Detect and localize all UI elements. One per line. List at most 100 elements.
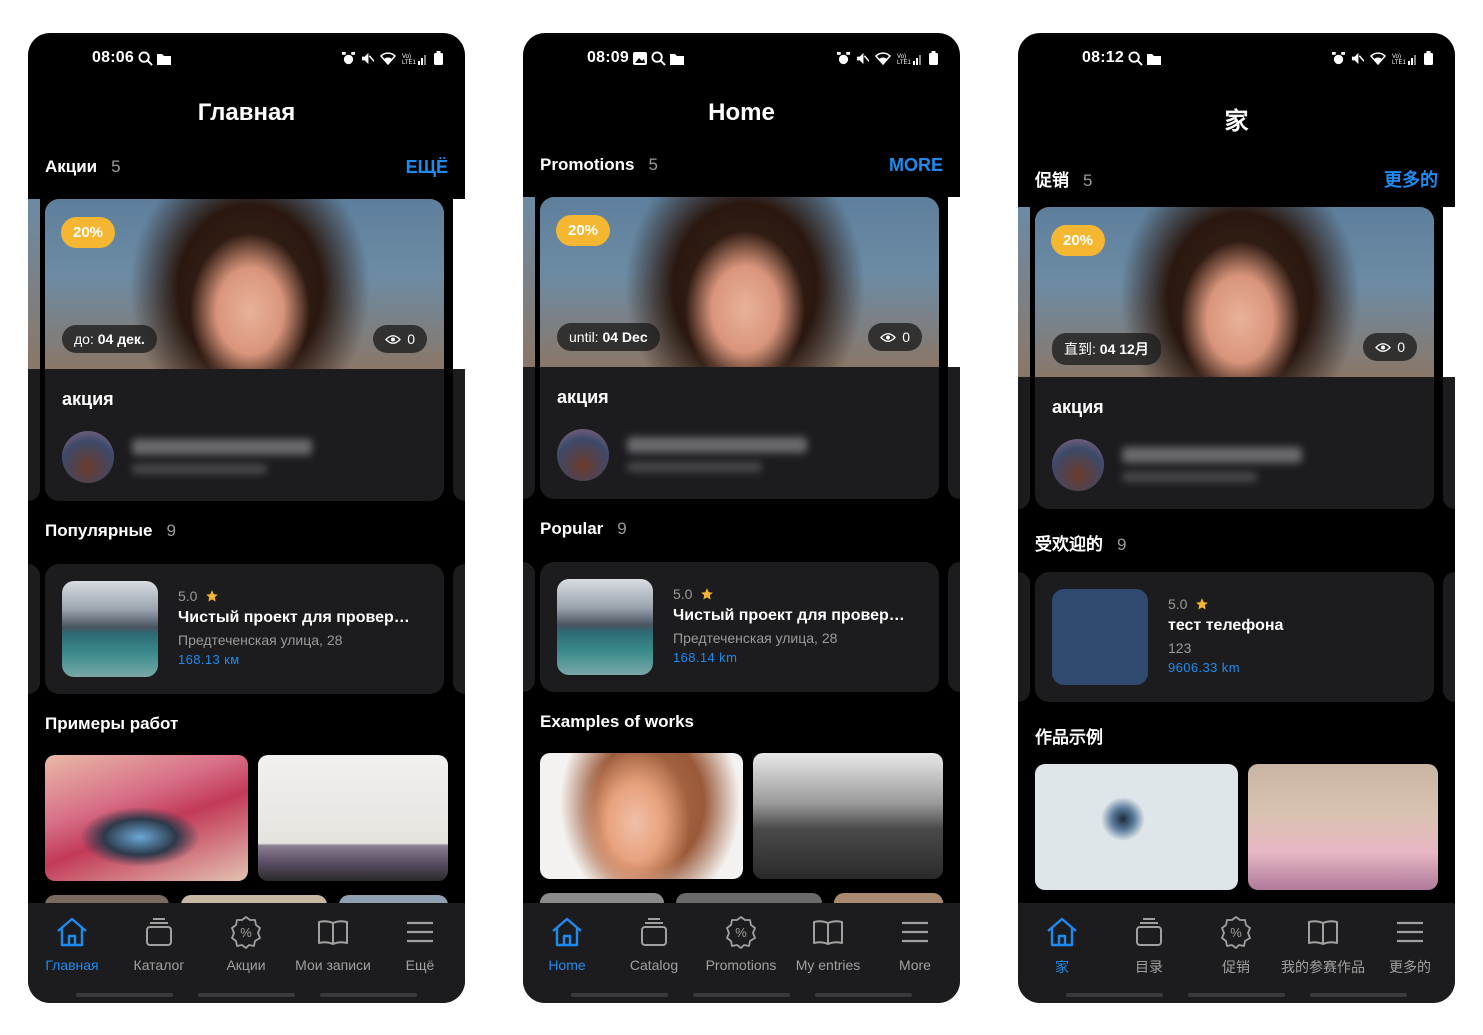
- company-avatar: [62, 431, 114, 483]
- work-photo-yoga[interactable]: [258, 755, 448, 881]
- menu-icon: [1397, 921, 1423, 943]
- phone-screen-russian: 08:06 Vo) LTE1 Главная Акции 5 ЕЩЁ 20% до:…: [28, 33, 465, 1003]
- popular-thumbnail: [557, 579, 653, 675]
- views-pill: 0: [373, 325, 427, 353]
- nav-promotions[interactable]: % Акции: [202, 913, 290, 973]
- work-photo-fitness[interactable]: [1248, 764, 1438, 890]
- popular-address: 123: [1168, 640, 1192, 656]
- system-nav-bar-right[interactable]: [1310, 993, 1407, 997]
- popular-name: Чистый проект для провер…: [178, 609, 410, 626]
- promo-card[interactable]: 20% until: 04 Dec 0 акция: [540, 197, 939, 499]
- nav-home[interactable]: 家: [1018, 913, 1106, 977]
- next-popular-peek[interactable]: [1443, 572, 1455, 702]
- popular-header: Популярные 9: [45, 521, 448, 545]
- popular-card[interactable]: 5.0 Чистый проект для провер… Предтеченс…: [540, 562, 939, 692]
- promotions-more-link[interactable]: ЕЩЁ: [406, 157, 448, 178]
- popular-card[interactable]: 5.0 тест телефона 123 9606.33 km: [1035, 572, 1434, 702]
- nav-my-entries[interactable]: My entries: [784, 913, 872, 973]
- popular-count: 9: [166, 521, 176, 540]
- nav-home[interactable]: Home: [523, 913, 611, 973]
- works-header: Examples of works: [540, 712, 943, 736]
- discount-icon: %: [1221, 916, 1251, 949]
- system-nav-bar-center[interactable]: [198, 993, 295, 997]
- popular-rating: 5.0: [673, 586, 714, 602]
- promo-card[interactable]: 20% до: 04 дек. 0 акция: [45, 199, 444, 501]
- views-count: 0: [407, 331, 415, 347]
- next-promo-peek[interactable]: [453, 199, 465, 501]
- nav-promotions[interactable]: % 促销: [1192, 913, 1280, 977]
- previous-promo-peek[interactable]: [523, 197, 535, 499]
- rating-value: 5.0: [1168, 596, 1188, 612]
- nav-catalog[interactable]: 目录: [1105, 913, 1193, 977]
- popular-distance: 9606.33 km: [1168, 660, 1240, 675]
- work-photo-portrait[interactable]: [540, 753, 743, 879]
- views-count: 0: [902, 329, 910, 345]
- promotions-title: 促销: [1035, 171, 1069, 190]
- promotions-more-link[interactable]: 更多的: [1384, 166, 1438, 192]
- date-prefix: до:: [74, 331, 94, 347]
- system-nav-bar-left[interactable]: [571, 993, 668, 997]
- system-nav-bar-center[interactable]: [693, 993, 790, 997]
- promo-name: акция: [1052, 397, 1104, 417]
- signal-icon: Vo)LTE1: [402, 54, 426, 65]
- system-nav-bar-right[interactable]: [815, 993, 912, 997]
- popular-title: 受欢迎的: [1035, 535, 1103, 554]
- status-time: 08:09: [587, 49, 629, 66]
- bottom-navigation: Home Catalog % Promotions My entries Mor…: [523, 903, 960, 1003]
- mute-icon: [361, 52, 374, 64]
- nav-catalog-label: 目录: [1135, 959, 1163, 975]
- image-icon: [633, 52, 647, 65]
- nav-catalog[interactable]: Catalog: [610, 913, 698, 973]
- popular-distance: 168.14 km: [673, 650, 738, 665]
- nav-my-entries[interactable]: Мои записи: [289, 913, 377, 973]
- bottom-navigation: 家 目录 % 促销 我的参赛作品 更多的: [1018, 903, 1455, 1003]
- system-nav-bar-left[interactable]: [1066, 993, 1163, 997]
- status-time: 08:06: [92, 49, 134, 66]
- promo-image: 20% до: 04 дек. 0: [45, 199, 444, 369]
- discount-badge: 20%: [61, 217, 116, 248]
- next-promo-peek[interactable]: [1443, 207, 1455, 509]
- nav-my-entries[interactable]: 我的参赛作品: [1279, 913, 1367, 977]
- promo-image: 20% until: 04 Dec 0: [540, 197, 939, 367]
- promo-card[interactable]: 20% 直到: 04 12月 0 акция: [1035, 207, 1434, 509]
- system-nav-bar-right[interactable]: [320, 993, 417, 997]
- work-photo-makeup[interactable]: [45, 755, 248, 881]
- catalog-icon: [1136, 918, 1162, 946]
- battery-icon: [434, 51, 443, 65]
- battery-icon: [929, 51, 938, 65]
- promotions-header: Promotions 5 MORE: [540, 155, 943, 179]
- signal-icon: Vo)LTE1: [897, 54, 921, 65]
- previous-popular-peek[interactable]: [28, 564, 40, 694]
- previous-promo-peek[interactable]: [28, 199, 40, 501]
- work-photo-gym[interactable]: [753, 753, 943, 879]
- promotions-more-link[interactable]: MORE: [889, 155, 943, 176]
- eye-icon: [385, 334, 402, 344]
- previous-promo-peek[interactable]: [1018, 207, 1030, 509]
- book-icon: [813, 920, 843, 945]
- nav-more[interactable]: 更多的: [1366, 913, 1454, 977]
- wifi-icon: [380, 51, 396, 65]
- blurred-company-name: [132, 439, 312, 455]
- next-popular-peek[interactable]: [948, 562, 960, 692]
- promo-date-pill: until: 04 Dec: [557, 323, 660, 351]
- nav-more[interactable]: More: [871, 913, 959, 973]
- previous-popular-peek[interactable]: [523, 562, 535, 692]
- book-icon: [318, 920, 348, 945]
- nav-promotions[interactable]: % Promotions: [697, 913, 785, 973]
- promotions-count: 5: [648, 155, 658, 174]
- popular-count: 9: [617, 519, 627, 538]
- nav-more[interactable]: Ещё: [376, 913, 464, 973]
- nav-home[interactable]: Главная: [28, 913, 116, 973]
- popular-title: Популярные: [45, 521, 153, 540]
- next-promo-peek[interactable]: [948, 197, 960, 499]
- next-popular-peek[interactable]: [453, 564, 465, 694]
- popular-card[interactable]: 5.0 Чистый проект для провер… Предтеченс…: [45, 564, 444, 694]
- catalog-icon: [146, 918, 172, 946]
- system-nav-bar-left[interactable]: [76, 993, 173, 997]
- system-nav-bar-center[interactable]: [1188, 993, 1285, 997]
- nav-catalog[interactable]: Каталог: [115, 913, 203, 973]
- popular-rating: 5.0: [1168, 596, 1209, 612]
- star-icon: [206, 590, 219, 602]
- work-photo-eye[interactable]: [1035, 764, 1238, 890]
- previous-popular-peek[interactable]: [1018, 572, 1030, 702]
